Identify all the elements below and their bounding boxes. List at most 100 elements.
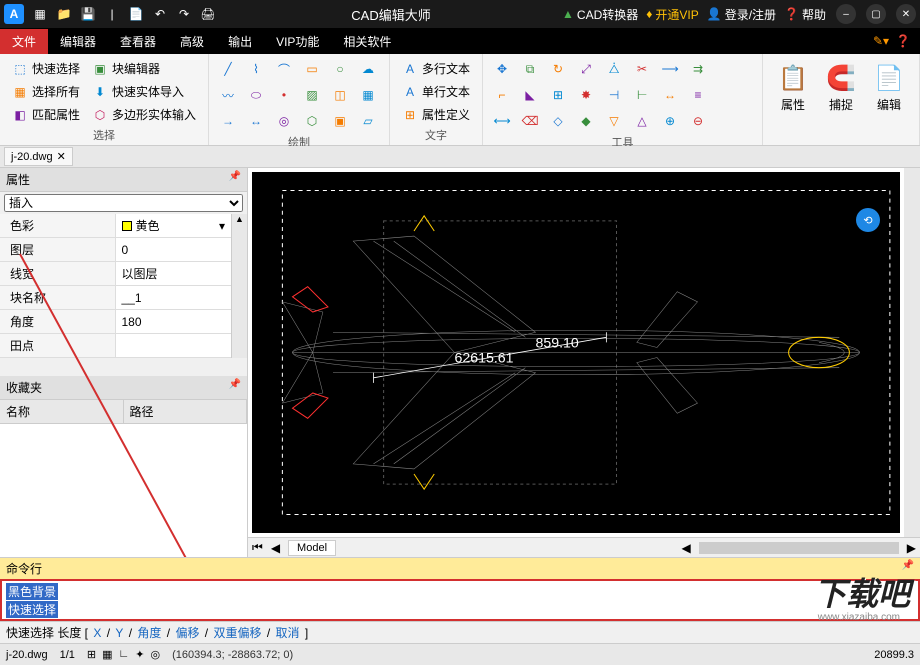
cloud-icon[interactable]: ☁ bbox=[357, 58, 379, 80]
edit-button[interactable]: 📄 编辑 bbox=[867, 58, 911, 141]
snap-button[interactable]: 🧲 捕捉 bbox=[819, 58, 863, 141]
mtext-button[interactable]: A多行文本 bbox=[398, 58, 474, 79]
help-link[interactable]: ❓帮助 bbox=[784, 6, 826, 23]
sb-ortho-icon[interactable]: ∟ bbox=[119, 648, 130, 661]
fav-col-path[interactable]: 路径 bbox=[124, 400, 248, 423]
command-body[interactable]: 黑色背景 快速选择 bbox=[0, 579, 920, 621]
donut-icon[interactable]: ◎ bbox=[273, 110, 295, 132]
scale-icon[interactable]: ⤢ bbox=[575, 58, 597, 80]
quick-select-button[interactable]: ⬚快速选择 bbox=[8, 58, 84, 79]
hatch-icon[interactable]: ▨ bbox=[301, 84, 323, 106]
sb-grid-icon[interactable]: ▦ bbox=[102, 648, 112, 661]
block-editor-button[interactable]: ▣块编辑器 bbox=[88, 58, 200, 79]
fav-pin-icon[interactable]: 📌 bbox=[229, 379, 241, 396]
converter-link[interactable]: ▲CAD转换器 bbox=[562, 6, 638, 23]
tool19-icon[interactable]: ◇ bbox=[547, 110, 569, 132]
point-icon[interactable]: • bbox=[273, 84, 295, 106]
table-icon[interactable]: ▦ bbox=[357, 84, 379, 106]
tab-editor[interactable]: 编辑器 bbox=[48, 29, 108, 54]
open-icon[interactable]: 📁 bbox=[52, 3, 76, 25]
tab-nav-prev-icon[interactable]: ◀ bbox=[271, 541, 280, 555]
opt-y[interactable]: Y bbox=[115, 626, 123, 640]
fav-col-name[interactable]: 名称 bbox=[0, 400, 124, 423]
arc-icon[interactable]: ⌒ bbox=[273, 58, 295, 80]
tab-file[interactable]: 文件 bbox=[0, 29, 48, 54]
stretch-icon[interactable]: ↔ bbox=[659, 84, 681, 106]
canvas-vscroll[interactable] bbox=[904, 168, 920, 537]
boundary-icon[interactable]: ▣ bbox=[329, 110, 351, 132]
xline-icon[interactable]: ↔ bbox=[245, 110, 267, 132]
circle-icon[interactable]: ○ bbox=[329, 58, 351, 80]
tool22-icon[interactable]: △ bbox=[631, 110, 653, 132]
insert-dropdown[interactable]: 插入 bbox=[0, 192, 247, 214]
redo-icon[interactable]: ↷ bbox=[172, 3, 196, 25]
tab-close-icon[interactable]: ✕ bbox=[57, 150, 66, 163]
canvas-hscroll[interactable] bbox=[699, 542, 899, 554]
chamfer-icon[interactable]: ◣ bbox=[519, 84, 541, 106]
question-icon[interactable]: ❓ bbox=[894, 32, 912, 50]
wipeout-icon[interactable]: ▱ bbox=[357, 110, 379, 132]
drawing-canvas[interactable]: ⟲ bbox=[252, 172, 900, 533]
copy-icon[interactable]: ⧉ bbox=[519, 58, 541, 80]
tab-vip[interactable]: VIP功能 bbox=[264, 29, 331, 54]
maximize-icon[interactable]: ▢ bbox=[866, 4, 886, 24]
poly-entity-input-button[interactable]: ⬡多边形实体输入 bbox=[88, 104, 200, 125]
polyline-icon[interactable]: ⌇ bbox=[245, 58, 267, 80]
new-icon[interactable]: ▦ bbox=[28, 3, 52, 25]
undo-icon[interactable]: ↶ bbox=[148, 3, 172, 25]
pdf-icon[interactable]: 📄 bbox=[124, 3, 148, 25]
tool20-icon[interactable]: ◆ bbox=[575, 110, 597, 132]
tab-nav-first-icon[interactable]: ⏮ bbox=[252, 540, 263, 555]
break-icon[interactable]: ⊣ bbox=[603, 84, 625, 106]
attrdef-button[interactable]: ⊞属性定义 bbox=[398, 104, 474, 125]
file-tab[interactable]: j-20.dwg ✕ bbox=[4, 147, 73, 166]
select-all-button[interactable]: ▦选择所有 bbox=[8, 81, 84, 102]
erase-icon[interactable]: ⌫ bbox=[519, 110, 541, 132]
tool23-icon[interactable]: ⊕ bbox=[659, 110, 681, 132]
hscroll-right-icon[interactable]: ▶ bbox=[907, 541, 916, 555]
opt-angle[interactable]: 角度 bbox=[137, 626, 161, 640]
close-icon[interactable]: ✕ bbox=[896, 4, 916, 24]
sb-osnap-icon[interactable]: ◎ bbox=[151, 648, 161, 661]
print-icon[interactable]: 🖨 bbox=[196, 3, 220, 25]
join-icon[interactable]: ⊢ bbox=[631, 84, 653, 106]
region-icon[interactable]: ◫ bbox=[329, 84, 351, 106]
opt-cancel[interactable]: 取消 bbox=[276, 626, 300, 640]
spline-icon[interactable]: 〰 bbox=[217, 84, 239, 106]
minimize-icon[interactable]: – bbox=[836, 4, 856, 24]
lengthen-icon[interactable]: ⟷ bbox=[491, 110, 513, 132]
login-link[interactable]: 👤登录/注册 bbox=[707, 6, 776, 23]
fillet-icon[interactable]: ⌐ bbox=[491, 84, 513, 106]
tool24-icon[interactable]: ⊖ bbox=[687, 110, 709, 132]
ellipse-icon[interactable]: ⬭ bbox=[245, 84, 267, 106]
mirror-icon[interactable]: ⧊ bbox=[603, 58, 625, 80]
rotate-icon[interactable]: ↻ bbox=[547, 58, 569, 80]
opt-offset[interactable]: 偏移 bbox=[175, 626, 199, 640]
sb-polar-icon[interactable]: ✦ bbox=[135, 648, 144, 661]
quick-entity-import-button[interactable]: ⬇快速实体导入 bbox=[88, 81, 200, 102]
offset-icon[interactable]: ⇉ bbox=[687, 58, 709, 80]
props-button[interactable]: 📋 属性 bbox=[771, 58, 815, 141]
sb-snap-icon[interactable]: ⊞ bbox=[87, 648, 96, 661]
tab-viewer[interactable]: 查看器 bbox=[108, 29, 168, 54]
view-badge-icon[interactable]: ⟲ bbox=[856, 208, 880, 232]
ray-icon[interactable]: → bbox=[217, 110, 239, 132]
text-button[interactable]: A单行文本 bbox=[398, 81, 474, 102]
props-scrollbar[interactable]: ▲ bbox=[231, 214, 247, 358]
brush-icon[interactable]: ✎▾ bbox=[872, 32, 890, 50]
save-icon[interactable]: 💾 bbox=[76, 3, 100, 25]
trim-icon[interactable]: ✂ bbox=[631, 58, 653, 80]
tab-related[interactable]: 相关软件 bbox=[331, 29, 403, 54]
tab-output[interactable]: 输出 bbox=[216, 29, 264, 54]
hscroll-left-icon[interactable]: ◀ bbox=[682, 541, 691, 555]
array-icon[interactable]: ⊞ bbox=[547, 84, 569, 106]
align-icon[interactable]: ≡ bbox=[687, 84, 709, 106]
explode-icon[interactable]: ✸ bbox=[575, 84, 597, 106]
pin-icon[interactable]: 📌 bbox=[229, 171, 241, 188]
tab-advanced[interactable]: 高级 bbox=[168, 29, 216, 54]
move-icon[interactable]: ✥ bbox=[491, 58, 513, 80]
line-icon[interactable]: ╱ bbox=[217, 58, 239, 80]
tool21-icon[interactable]: ▽ bbox=[603, 110, 625, 132]
opt-x[interactable]: X bbox=[93, 626, 101, 640]
app-logo[interactable]: A bbox=[4, 4, 24, 24]
